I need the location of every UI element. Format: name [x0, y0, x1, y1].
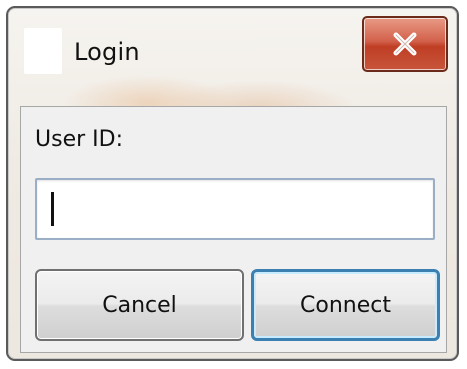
cancel-button[interactable]: Cancel [35, 269, 244, 341]
connect-button[interactable]: Connect [251, 269, 440, 341]
dialog-body: User ID: Cancel Connect [20, 106, 447, 353]
title-bar[interactable]: Login [8, 8, 457, 106]
window-title: Login [74, 38, 140, 66]
user-id-label: User ID: [35, 127, 123, 152]
text-caret [51, 192, 54, 226]
user-id-input[interactable] [35, 178, 435, 240]
close-icon [393, 32, 417, 56]
close-button[interactable] [362, 16, 448, 72]
login-dialog: Login User ID: Cancel Connect [6, 6, 459, 361]
app-icon [24, 28, 62, 74]
